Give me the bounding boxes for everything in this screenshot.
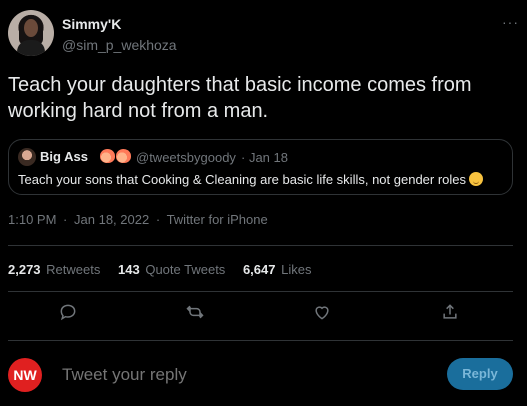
wink-emoji-icon: [469, 172, 484, 186]
quoted-tweet[interactable]: Big Ass @tweetsbygoody · Jan 18 Teach yo…: [8, 139, 513, 195]
peach-emoji-icon: [116, 149, 131, 163]
retweets-label: Retweets: [46, 262, 101, 277]
author-avatar[interactable]: [8, 10, 54, 56]
divider: [8, 245, 513, 246]
share-icon[interactable]: [440, 302, 464, 326]
author-handle[interactable]: @sim_p_wekhoza: [62, 37, 177, 53]
retweet-icon[interactable]: [185, 302, 209, 326]
like-icon[interactable]: [312, 302, 336, 326]
user-avatar[interactable]: NW: [8, 358, 42, 392]
meta-separator: ·: [155, 212, 161, 227]
tweet-stats: 2,273 Retweets 143 Quote Tweets 6,647 Li…: [8, 262, 325, 277]
tweet-date[interactable]: Jan 18, 2022: [74, 212, 149, 227]
meta-separator: ·: [63, 212, 68, 227]
likes-label: Likes: [281, 262, 312, 277]
divider: [8, 340, 513, 341]
tweet-text: Teach your daughters that basic income c…: [8, 74, 472, 122]
tweet-time[interactable]: 1:10 PM: [8, 212, 56, 227]
reply-button[interactable]: Reply: [447, 358, 513, 390]
tweet-source[interactable]: Twitter for iPhone: [167, 212, 268, 227]
quoted-author-handle: @tweetsbygoody: [136, 150, 236, 165]
reply-composer: NW Reply: [8, 358, 513, 392]
likes-stat[interactable]: 6,647 Likes: [243, 262, 312, 277]
quoted-author-avatar: [18, 148, 36, 166]
quoted-text-content: Teach your sons that Cooking & Cleaning …: [18, 172, 467, 187]
quote-tweets-count: 143: [118, 262, 140, 277]
retweets-count: 2,273: [8, 262, 41, 277]
quoted-text: Teach your sons that Cooking & Cleaning …: [18, 172, 484, 187]
more-options-icon[interactable]: ···: [502, 14, 519, 30]
quote-tweets-label: Quote Tweets: [145, 262, 226, 277]
tweet-header: Simmy'K @sim_p_wekhoza ···: [8, 10, 519, 60]
reply-icon[interactable]: [58, 302, 82, 326]
tweet-actions: [8, 300, 513, 328]
tweet-meta: 1:10 PM · Jan 18, 2022 · Twitter for iPh…: [8, 212, 268, 227]
author-name[interactable]: Simmy'K: [62, 16, 121, 32]
retweets-stat[interactable]: 2,273 Retweets: [8, 262, 100, 277]
quoted-author-name: Big Ass: [40, 149, 88, 164]
quoted-date: · Jan 18: [241, 150, 288, 165]
likes-count: 6,647: [242, 262, 276, 277]
divider: [8, 291, 513, 292]
peach-emoji-icon: [100, 149, 115, 163]
reply-input[interactable]: [62, 365, 432, 385]
quote-tweets-stat[interactable]: 143 Quote Tweets: [118, 262, 225, 277]
